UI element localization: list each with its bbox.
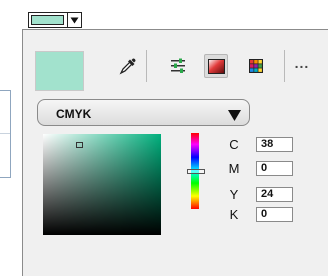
sliders-icon bbox=[169, 58, 187, 74]
channel-input-m[interactable]: 0 bbox=[256, 161, 293, 176]
channel-input-y[interactable]: 24 bbox=[256, 187, 293, 202]
channel-label-m: M bbox=[228, 161, 240, 176]
palette-grid-icon bbox=[248, 58, 264, 74]
color-mode-value: CMYK bbox=[56, 107, 92, 121]
color-field-marker[interactable] bbox=[76, 142, 83, 148]
color-mode-select[interactable]: CMYK bbox=[37, 99, 250, 126]
color-picker-panel: ... CMYK C 38 M 0 Y 24 K 0 bbox=[22, 29, 328, 276]
toolbar-separator bbox=[284, 50, 285, 82]
side-panel-divider bbox=[0, 133, 10, 134]
gradient-square-icon bbox=[207, 58, 225, 74]
hue-slider-handle[interactable] bbox=[187, 169, 205, 174]
channel-label-k: K bbox=[229, 207, 239, 222]
current-color-preview bbox=[35, 51, 84, 91]
sliders-tool[interactable] bbox=[166, 54, 190, 78]
side-panel-edge bbox=[0, 90, 11, 178]
chevron-down-icon[interactable] bbox=[67, 13, 81, 27]
caret-down-icon bbox=[228, 108, 241, 126]
color-field[interactable] bbox=[43, 134, 161, 235]
eyedropper-icon bbox=[119, 57, 137, 75]
eyedropper-tool[interactable] bbox=[116, 54, 140, 78]
channel-label-y: Y bbox=[229, 187, 239, 202]
more-options-button[interactable]: ... bbox=[292, 56, 312, 72]
color-field-tool[interactable] bbox=[204, 54, 228, 78]
channel-input-k[interactable]: 0 bbox=[256, 207, 293, 222]
current-color-chip bbox=[31, 15, 64, 25]
channel-input-c[interactable]: 38 bbox=[256, 137, 293, 152]
swatches-tool[interactable] bbox=[244, 54, 268, 78]
color-swatch-dropdown[interactable] bbox=[28, 12, 82, 28]
toolbar-separator bbox=[146, 50, 147, 82]
channel-label-c: C bbox=[229, 137, 239, 152]
